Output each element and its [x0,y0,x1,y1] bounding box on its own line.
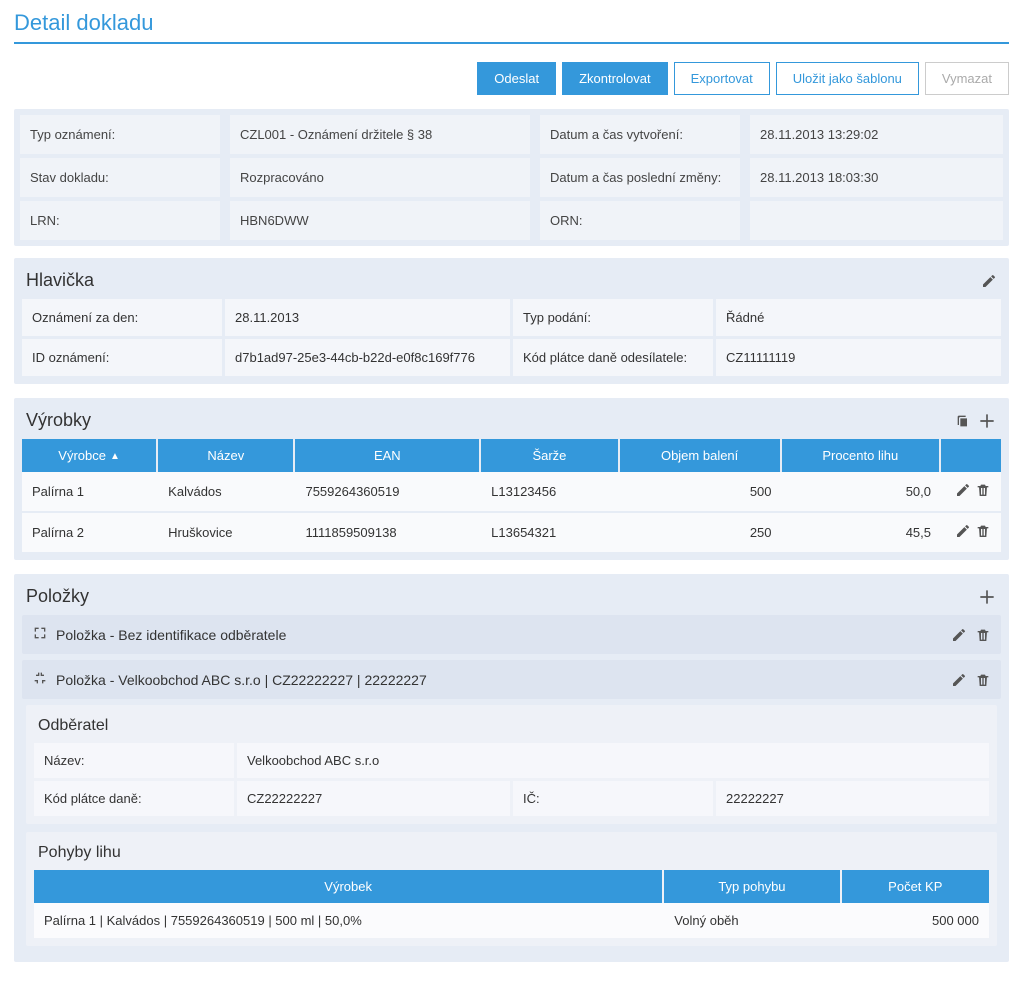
header-section-title: Hlavička [26,270,94,291]
cell-volume: 250 [620,513,782,552]
items-section: Položky Položka - Bez identifikace odběr… [14,574,1009,962]
summary-value-lrn: HBN6DWW [230,201,530,240]
col-move-type[interactable]: Typ pohybu [664,870,841,903]
header-value-for-day: 28.11.2013 [225,299,510,336]
col-alcohol[interactable]: Procento lihu [782,439,941,472]
cell-name: Kalvádos [158,472,295,513]
customer-label-name: Název: [34,743,234,778]
item-title: Položka - Velkoobchod ABC s.r.o | CZ2222… [56,672,951,688]
header-value-id: d7b1ad97-25e3-44cb-b22d-e0f8c169f776 [225,339,510,376]
edit-row-icon[interactable] [955,523,971,539]
sort-asc-icon: ▲ [110,451,120,462]
cell-batch: L13654321 [481,513,620,552]
cell-move-product: Palírna 1 | Kalvádos | 7559264360519 | 5… [34,903,664,938]
check-button[interactable]: Zkontrolovat [562,62,668,95]
add-product-icon[interactable] [977,411,997,431]
col-move-kp[interactable]: Počet KP [842,870,989,903]
customer-card: Odběratel Název: Velkoobchod ABC s.r.o K… [26,705,997,824]
col-batch[interactable]: Šarže [481,439,620,472]
cell-ean: 7559264360519 [295,472,481,513]
product-row: Palírna 2 Hruškovice 1111859509138 L1365… [22,513,1001,552]
summary-value-status: Rozpracováno [230,158,530,197]
summary-label-created: Datum a čas vytvoření: [540,115,740,154]
customer-value-ic: 22222227 [716,781,989,816]
summary-label-lrn: LRN: [20,201,220,240]
cell-name: Hruškovice [158,513,295,552]
move-row: Palírna 1 | Kalvádos | 7559264360519 | 5… [34,903,989,938]
col-maker[interactable]: Výrobce▲ [22,439,158,472]
expand-icon[interactable] [32,625,50,644]
delete-item-icon[interactable] [975,672,991,688]
add-item-icon[interactable] [977,587,997,607]
col-ean[interactable]: EAN [295,439,481,472]
customer-value-name: Velkoobchod ABC s.r.o [237,743,989,778]
moves-table: Výrobek Typ pohybu Počet KP Palírna 1 | … [34,870,989,938]
products-section: Výrobky Výrobce▲ Název EAN Šarže Objem b… [14,398,1009,560]
header-value-submission-type: Řádné [716,299,1001,336]
customer-label-ic: IČ: [513,781,713,816]
col-move-product[interactable]: Výrobek [34,870,664,903]
header-label-id: ID oznámení: [22,339,222,376]
col-actions [941,439,1001,472]
cell-move-type: Volný oběh [664,903,841,938]
item-row-collapsed[interactable]: Položka - Bez identifikace odběratele [22,615,1001,654]
export-button[interactable]: Exportovat [674,62,770,95]
summary-value-type: CZL001 - Oznámení držitele § 38 [230,115,530,154]
cell-alcohol: 45,5 [782,513,941,552]
cell-alcohol: 50,0 [782,472,941,513]
edit-item-icon[interactable] [951,672,967,688]
edit-item-icon[interactable] [951,627,967,643]
header-value-sender-tax: CZ11111119 [716,339,1001,376]
summary-card: Typ oznámení: CZL001 - Oznámení držitele… [14,109,1009,246]
cell-maker: Palírna 1 [22,472,158,513]
product-row: Palírna 1 Kalvádos 7559264360519 L131234… [22,472,1001,513]
delete-row-icon[interactable] [975,523,991,539]
cell-ean: 1111859509138 [295,513,481,552]
customer-label-tax: Kód plátce daně: [34,781,234,816]
summary-label-orn: ORN: [540,201,740,240]
summary-label-type: Typ oznámení: [20,115,220,154]
cell-batch: L13123456 [481,472,620,513]
customer-value-tax: CZ22222227 [237,781,510,816]
moves-title: Pohyby lihu [34,840,989,870]
header-label-submission-type: Typ podání: [513,299,713,336]
edit-header-icon[interactable] [981,273,997,289]
save-template-button[interactable]: Uložit jako šablonu [776,62,919,95]
moves-card: Pohyby lihu Výrobek Typ pohybu Počet KP … [26,832,997,946]
summary-value-modified: 28.11.2013 18:03:30 [750,158,1003,197]
delete-item-icon[interactable] [975,627,991,643]
edit-row-icon[interactable] [955,482,971,498]
summary-label-status: Stav dokladu: [20,158,220,197]
send-button[interactable]: Odeslat [477,62,556,95]
cell-volume: 500 [620,472,782,513]
clear-button: Vymazat [925,62,1009,95]
col-name[interactable]: Název [158,439,295,472]
products-table: Výrobce▲ Název EAN Šarže Objem balení Pr… [22,439,1001,552]
cell-move-kp: 500 000 [842,903,989,938]
col-volume[interactable]: Objem balení [620,439,782,472]
header-label-for-day: Oznámení za den: [22,299,222,336]
header-label-sender-tax: Kód plátce daně odesílatele: [513,339,713,376]
item-title: Položka - Bez identifikace odběratele [56,627,951,643]
summary-label-modified: Datum a čas poslední změny: [540,158,740,197]
products-title: Výrobky [26,410,91,431]
cell-maker: Palírna 2 [22,513,158,552]
page-title: Detail dokladu [14,10,1009,44]
customer-title: Odběratel [34,713,989,743]
action-bar: Odeslat Zkontrolovat Exportovat Uložit j… [14,62,1009,95]
delete-row-icon[interactable] [975,482,991,498]
item-row-expanded[interactable]: Položka - Velkoobchod ABC s.r.o | CZ2222… [22,660,1001,699]
header-section: Hlavička Oznámení za den: 28.11.2013 Typ… [14,258,1009,384]
items-title: Položky [26,586,89,607]
summary-value-orn [750,201,1003,240]
duplicate-product-icon[interactable] [955,413,971,429]
summary-value-created: 28.11.2013 13:29:02 [750,115,1003,154]
collapse-icon[interactable] [32,670,50,689]
